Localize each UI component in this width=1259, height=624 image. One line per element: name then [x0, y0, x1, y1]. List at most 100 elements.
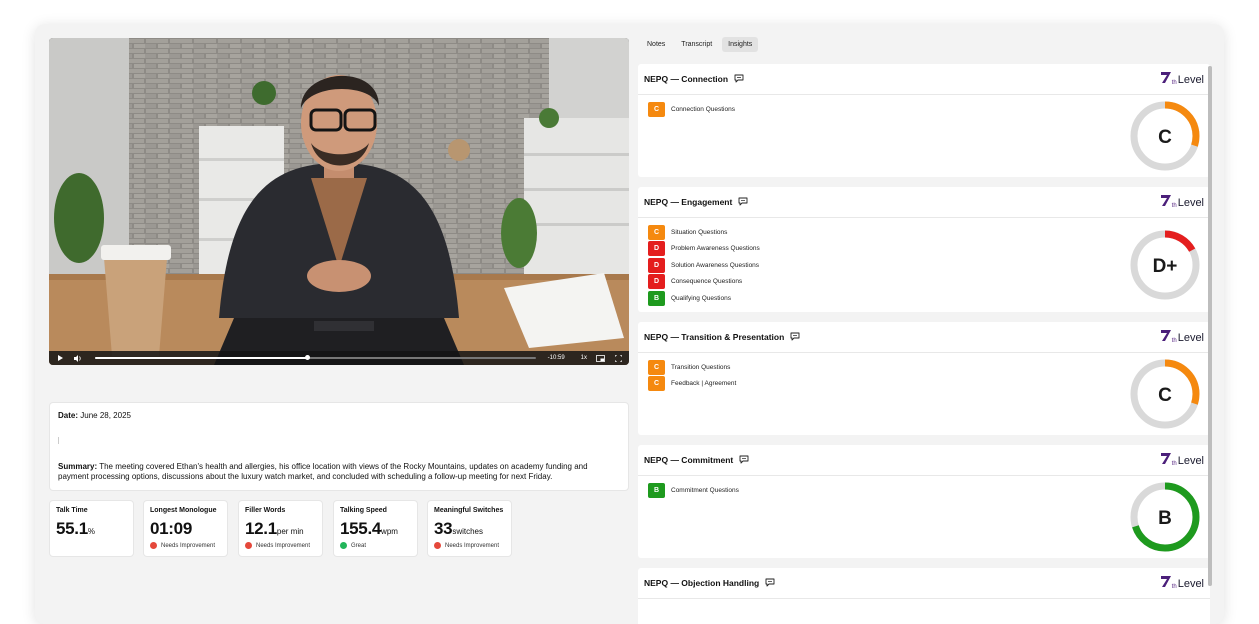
card-title: NEPQ — Engagement: [644, 197, 733, 207]
status-text: Needs Improvement: [445, 542, 500, 549]
grade-badge: C: [648, 101, 665, 117]
question-row: D Consequence Questions: [648, 274, 760, 291]
picture-in-picture-icon[interactable]: [595, 353, 605, 363]
video-frame-image: [49, 38, 629, 365]
question-list: C Connection Questions: [648, 101, 735, 118]
card-title: NEPQ — Connection: [644, 74, 729, 84]
question-label: Solution Awareness Questions: [671, 261, 760, 269]
question-row: C Connection Questions: [648, 101, 735, 118]
metric-number: 155.4: [340, 519, 382, 538]
video-progress-fill: [95, 357, 307, 359]
metric-status: Great: [340, 542, 411, 549]
summary-text: Summary: The meeting covered Ethan's hea…: [58, 462, 620, 482]
question-list: C Situation Questions D Problem Awareness Q…: [648, 224, 760, 307]
summary-label: Summary:: [58, 462, 98, 471]
card-title: NEPQ — Objection Handling: [644, 578, 760, 588]
panel-scrollbar[interactable]: [1208, 66, 1212, 586]
gauge-ring: B: [1130, 482, 1200, 552]
question-label: Consequence Questions: [671, 278, 743, 286]
question-label: Qualifying Questions: [671, 294, 731, 302]
seventh-level-logo: th Level: [1160, 453, 1204, 467]
grade-badge: C: [648, 376, 665, 392]
card-header: NEPQ — Commitment th Level: [638, 445, 1210, 476]
grade-badge: C: [648, 359, 665, 375]
insight-card-connection: NEPQ — Connection th Level C Connection Ques…: [638, 64, 1210, 177]
comment-icon[interactable]: [765, 574, 775, 592]
question-list: B Commitment Questions: [648, 482, 739, 499]
metric-number: 55.1: [56, 519, 88, 538]
card-title: NEPQ — Transition & Presentation: [644, 332, 785, 342]
logo-word: Level: [1177, 578, 1204, 590]
metric-value: 55.1%: [56, 519, 127, 539]
gauge-ring: C: [1130, 359, 1200, 429]
question-label: Commitment Questions: [671, 486, 739, 494]
video-player[interactable]: -10:59 1x: [49, 38, 629, 365]
tab-notes[interactable]: Notes: [641, 37, 671, 52]
metric-card-filler-words: Filler Words 12.1per min Needs Improveme…: [238, 500, 323, 557]
logo-sup: th: [1171, 461, 1177, 467]
logo-word: Level: [1177, 332, 1204, 344]
scrollbar-thumb[interactable]: [1208, 66, 1212, 586]
seventh-level-logo: th Level: [1160, 195, 1204, 209]
insight-card-engagement: NEPQ — Engagement th Level C Situation Quest…: [638, 187, 1210, 312]
insights-panel[interactable]: NEPQ — Objection Handling th Level NEPQ — C…: [638, 64, 1212, 624]
card-header: NEPQ — Engagement th Level: [638, 187, 1210, 218]
gauge-ring: D+: [1130, 230, 1200, 300]
question-label: Problem Awareness Questions: [671, 245, 760, 253]
metric-value: 33switches: [434, 519, 505, 539]
metric-label: Filler Words: [245, 507, 286, 514]
question-label: Connection Questions: [671, 105, 735, 113]
question-label: Transition Questions: [671, 363, 731, 371]
seventh-level-logo: th Level: [1160, 576, 1204, 590]
logo-sup: th: [1171, 80, 1177, 86]
status-dot: [245, 542, 252, 549]
metric-card-talking-speed: Talking Speed 155.4wpm Great: [333, 500, 418, 557]
comment-icon[interactable]: [790, 328, 800, 346]
panel-tabs: Notes Transcript Insights: [641, 37, 759, 52]
comment-icon[interactable]: [738, 193, 748, 211]
question-row: C Feedback | Agreement: [648, 376, 736, 393]
comment-icon[interactable]: [734, 70, 744, 88]
status-dot: [340, 542, 347, 549]
metric-value: 12.1per min: [245, 519, 316, 539]
fullscreen-icon[interactable]: [613, 353, 623, 363]
metric-label: Talking Speed: [340, 507, 387, 514]
tab-insights[interactable]: Insights: [722, 37, 759, 52]
video-progress-handle[interactable]: [304, 355, 310, 360]
question-row: C Situation Questions: [648, 224, 760, 241]
seventh-level-logo: th Level: [1160, 330, 1204, 344]
grade-gauge: B: [1128, 480, 1202, 559]
insight-card-objection-handling: NEPQ — Objection Handling th Level: [638, 568, 1210, 624]
gauge-grade-text: D+: [1153, 256, 1178, 277]
question-row: B Commitment Questions: [648, 482, 739, 499]
meeting-date: Date: June 28, 2025: [58, 411, 620, 421]
metric-value: 155.4wpm: [340, 519, 411, 539]
question-label: Feedback | Agreement: [671, 380, 737, 388]
metric-status: Needs Improvement: [434, 542, 505, 549]
metric-unit: switches: [452, 527, 483, 536]
card-header: NEPQ — Objection Handling th Level: [638, 568, 1210, 599]
metric-number: 01:09: [150, 519, 192, 538]
card-title: NEPQ — Commitment: [644, 455, 734, 465]
playback-speed-button[interactable]: 1x: [581, 355, 587, 361]
question-row: D Solution Awareness Questions: [648, 257, 760, 274]
insight-card-commitment: NEPQ — Commitment th Level B Commitment Ques…: [638, 445, 1210, 558]
question-row: B Qualifying Questions: [648, 290, 760, 307]
insight-card-transition-presentation: NEPQ — Transition & Presentation th Level C…: [638, 322, 1210, 435]
grade-badge: D: [648, 241, 665, 257]
metric-label: Talk Time: [56, 507, 88, 514]
volume-icon[interactable]: [73, 353, 83, 363]
logo-mark-icon: [1160, 576, 1171, 590]
comment-icon[interactable]: [739, 451, 749, 469]
play-icon[interactable]: [55, 353, 65, 363]
metric-status: Needs Improvement: [150, 542, 221, 549]
date-label: Date:: [58, 411, 79, 420]
metric-label: Meaningful Switches: [434, 507, 504, 514]
metric-value: 01:09: [150, 519, 221, 539]
video-progress-bar[interactable]: [95, 355, 536, 360]
grade-gauge: D+: [1128, 228, 1202, 307]
logo-mark-icon: [1160, 195, 1171, 209]
status-dot: [150, 542, 157, 549]
meeting-summary-card: Date: June 28, 2025 Summary: The meeting…: [49, 402, 629, 491]
tab-transcript[interactable]: Transcript: [675, 37, 718, 52]
